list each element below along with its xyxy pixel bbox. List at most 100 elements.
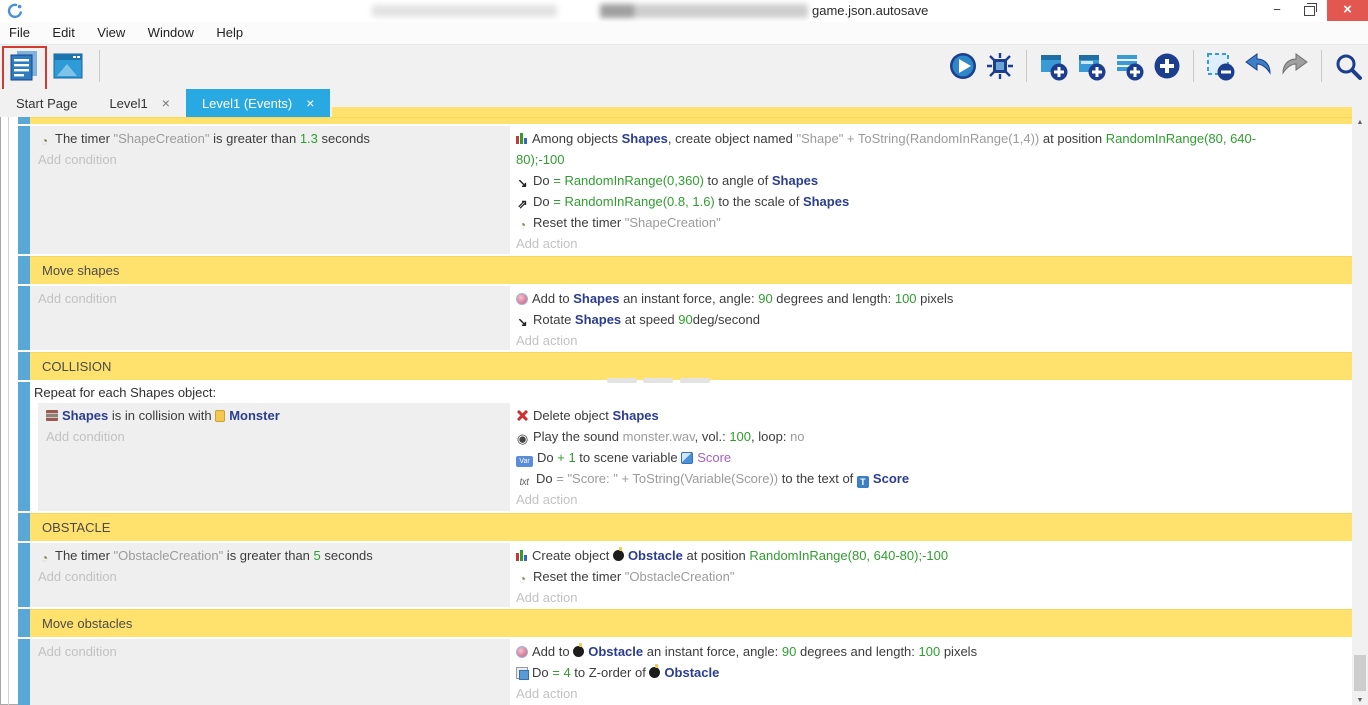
undo-button[interactable]: [1243, 51, 1273, 81]
scroll-up-icon[interactable]: ▲: [1352, 119, 1368, 126]
conditions-cell: Add condition: [30, 286, 510, 350]
scene-editor-button[interactable]: [51, 48, 85, 84]
timer-icon: ◔: [38, 135, 51, 148]
add-action-button[interactable]: Add action: [516, 330, 1344, 350]
event-handle[interactable]: [18, 286, 30, 350]
add-condition-button[interactable]: Add condition: [46, 426, 502, 447]
action-row[interactable]: txtDo = "Score: " + ToString(Variable(Sc…: [516, 468, 1344, 489]
scroll-down-icon[interactable]: ▼: [1352, 697, 1368, 704]
text-segment: Monster: [229, 408, 280, 423]
condition-row[interactable]: ◔The timer "ShapeCreation" is greater th…: [38, 128, 502, 149]
add-subevent-button[interactable]: [1076, 51, 1107, 82]
play-icon: [948, 51, 978, 81]
add-action-button[interactable]: Add action: [516, 489, 1344, 510]
tab-start-page[interactable]: Start Page: [0, 89, 93, 117]
comment-row[interactable]: Move obstacles: [18, 609, 1352, 637]
text-segment: = 4: [552, 665, 570, 680]
action-row[interactable]: Do = 4 to Z-order of Obstacle: [516, 662, 1344, 683]
redo-button[interactable]: [1280, 51, 1310, 81]
text-segment: Do: [533, 194, 553, 209]
text-segment: an instant force, angle:: [619, 291, 758, 306]
event-handle[interactable]: [18, 543, 30, 607]
menu-view[interactable]: View: [88, 22, 134, 44]
add-condition-button[interactable]: Add condition: [38, 149, 502, 170]
add-condition-button[interactable]: Add condition: [38, 641, 502, 662]
event-handle[interactable]: [18, 609, 30, 637]
add-event-button[interactable]: [1038, 51, 1069, 82]
comment-label: Move shapes: [30, 256, 1352, 284]
add-plus-button[interactable]: [1152, 51, 1182, 81]
menu-help[interactable]: Help: [207, 22, 252, 44]
add-action-button[interactable]: Add action: [516, 233, 1344, 254]
action-row[interactable]: Add to Obstacle an instant force, angle:…: [516, 641, 1344, 662]
menu-window[interactable]: Window: [139, 22, 203, 44]
debug-button[interactable]: [985, 51, 1015, 81]
minimize-button[interactable]: −: [1262, 0, 1292, 21]
play-button[interactable]: [948, 51, 978, 81]
action-row[interactable]: Create object Obstacle at position Rando…: [516, 545, 1344, 566]
txt-icon: txt: [516, 476, 532, 489]
text-segment: is greater than: [223, 548, 313, 563]
action-row[interactable]: ↘Do = RandomInRange(0,360) to angle of S…: [516, 170, 1344, 191]
add-comment-button[interactable]: [1114, 51, 1145, 82]
text-segment: Shapes: [772, 173, 818, 188]
events-editor-button[interactable]: [7, 48, 41, 84]
comment-row-partial[interactable]: [18, 117, 1352, 124]
event-handle[interactable]: [18, 513, 30, 541]
menu-file[interactable]: File: [0, 22, 39, 44]
event-handle[interactable]: [18, 352, 30, 380]
vertical-scrollbar[interactable]: ▲ ▼: [1352, 117, 1368, 705]
event-handle[interactable]: [18, 126, 30, 254]
event-handle[interactable]: [18, 256, 30, 284]
action-row[interactable]: VarDo + 1 to scene variable Score: [516, 447, 1344, 468]
add-action-button[interactable]: Add action: [516, 683, 1344, 704]
text-segment: Score: [697, 450, 731, 465]
bomb-icon: [613, 550, 624, 561]
debug-icon: [985, 51, 1015, 81]
text-segment: 90: [782, 644, 796, 659]
action-row[interactable]: Among objects Shapes, create object name…: [516, 128, 1344, 170]
condition-row[interactable]: Shapes is in collision with Monster: [46, 405, 502, 426]
redacted-text: [372, 5, 557, 17]
tab-level1-events[interactable]: Level1 (Events) ×: [186, 89, 331, 117]
scrollbar-thumb[interactable]: [1354, 655, 1366, 691]
comment-row[interactable]: OBSTACLE: [18, 513, 1352, 541]
add-condition-button[interactable]: Add condition: [38, 566, 502, 587]
toolbar-separator: [1026, 50, 1027, 82]
search-button[interactable]: [1333, 51, 1363, 81]
remove-event-button[interactable]: [1205, 51, 1236, 82]
action-row[interactable]: ◉Play the sound monster.wav, vol.: 100, …: [516, 426, 1344, 447]
foreach-header[interactable]: Repeat for each Shapes object:: [30, 382, 1352, 403]
action-row[interactable]: Delete object Shapes: [516, 405, 1344, 426]
action-row[interactable]: ⇗Do = RandomInRange(0.8, 1.6) to the sca…: [516, 191, 1344, 212]
text-segment: pixels: [940, 644, 977, 659]
condition-row[interactable]: ◔The timer "ObstacleCreation" is greater…: [38, 545, 502, 566]
text-segment: degrees and length:: [773, 291, 895, 306]
maximize-button[interactable]: [1294, 0, 1324, 21]
bomb-icon: [573, 646, 584, 657]
conditions-cell: ◔The timer "ShapeCreation" is greater th…: [30, 126, 510, 254]
comment-row[interactable]: Move shapes: [18, 256, 1352, 284]
text-segment: 80);-100: [516, 152, 564, 167]
menu-edit[interactable]: Edit: [43, 22, 83, 44]
event-handle[interactable]: [18, 382, 30, 511]
menu-bar: File Edit View Window Help: [0, 22, 1368, 45]
action-row[interactable]: ↘Rotate Shapes at speed 90deg/second: [516, 309, 1344, 330]
add-action-button[interactable]: Add action: [516, 587, 1344, 607]
comment-label: [30, 117, 1352, 124]
text-segment: "Shape" + ToString(RandomInRange(1,4)): [797, 131, 1040, 146]
text-segment: 90: [678, 312, 692, 327]
close-button[interactable]: ×: [1327, 0, 1368, 21]
tab-close-icon[interactable]: ×: [306, 95, 314, 111]
event-handle[interactable]: [18, 639, 30, 705]
action-row[interactable]: ◔Reset the timer "ShapeCreation": [516, 212, 1344, 233]
add-condition-button[interactable]: Add condition: [38, 288, 502, 309]
action-row[interactable]: Add to Shapes an instant force, angle: 9…: [516, 288, 1344, 309]
event-handle[interactable]: [18, 117, 30, 124]
comment-row[interactable]: COLLISION: [18, 352, 1352, 380]
tab-close-icon[interactable]: ×: [162, 95, 170, 111]
tab-level1[interactable]: Level1 ×: [93, 89, 186, 117]
action-row[interactable]: ◔Reset the timer "ObstacleCreation": [516, 566, 1344, 587]
text-segment: 90: [758, 291, 772, 306]
force-icon: [516, 293, 528, 305]
